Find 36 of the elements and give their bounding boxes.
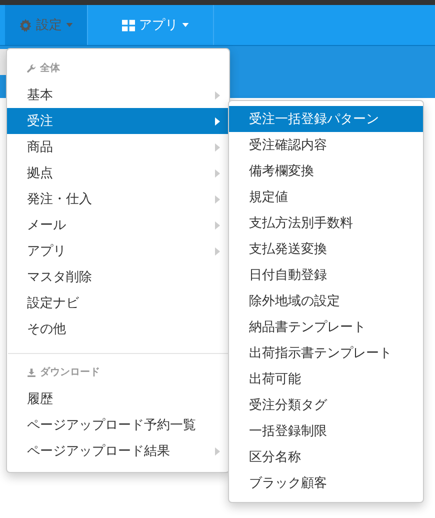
menu-item[interactable]: 基本: [7, 82, 229, 108]
menu-item[interactable]: 拠点: [7, 160, 229, 186]
download-icon: [27, 368, 36, 376]
menu-item[interactable]: ブラック顧客: [229, 470, 423, 496]
menu-item[interactable]: ページアップロード予約一覧: [7, 412, 229, 438]
menu-item[interactable]: 受注: [7, 108, 229, 134]
menu-item[interactable]: 商品: [7, 134, 229, 160]
wrench-icon: [27, 64, 36, 72]
menu-item[interactable]: 備考欄変換: [229, 158, 423, 184]
menu-item[interactable]: アプリ: [7, 238, 229, 264]
menu-item[interactable]: 支払方法別手数料: [229, 210, 423, 236]
menu-item[interactable]: その他: [7, 316, 229, 342]
menu-item[interactable]: 出荷指示書テンプレート: [229, 340, 423, 366]
grid-icon: [122, 18, 135, 32]
menu-item[interactable]: 受注一括登録パターン: [229, 106, 423, 132]
menu-item[interactable]: 受注確認内容: [229, 132, 423, 158]
menu-item[interactable]: 出荷可能: [229, 366, 423, 392]
menu-item[interactable]: 区分名称: [229, 444, 423, 470]
section-header: ダウンロード: [40, 366, 100, 379]
menu-item[interactable]: 発注・仕入: [7, 186, 229, 212]
gear-icon: [19, 18, 32, 32]
caret-icon: [66, 23, 73, 27]
menu-item[interactable]: 納品書テンプレート: [229, 314, 423, 340]
menu-item[interactable]: 履歴: [7, 386, 229, 412]
menu-item[interactable]: 受注分類タグ: [229, 392, 423, 418]
menu-item[interactable]: 一括登録制限: [229, 418, 423, 444]
menu-item[interactable]: メール: [7, 212, 229, 238]
menu-item[interactable]: 日付自動登録: [229, 262, 423, 288]
menu-item[interactable]: 支払発送変換: [229, 236, 423, 262]
menu-item[interactable]: 規定値: [229, 184, 423, 210]
section-header: 全体: [40, 62, 60, 75]
caret-icon: [182, 23, 189, 27]
menu-item[interactable]: ページアップロード結果: [7, 438, 229, 464]
menu-item[interactable]: マスタ削除: [7, 264, 229, 290]
menu-item[interactable]: 設定ナビ: [7, 290, 229, 316]
menu-item[interactable]: 除外地域の設定: [229, 288, 423, 314]
